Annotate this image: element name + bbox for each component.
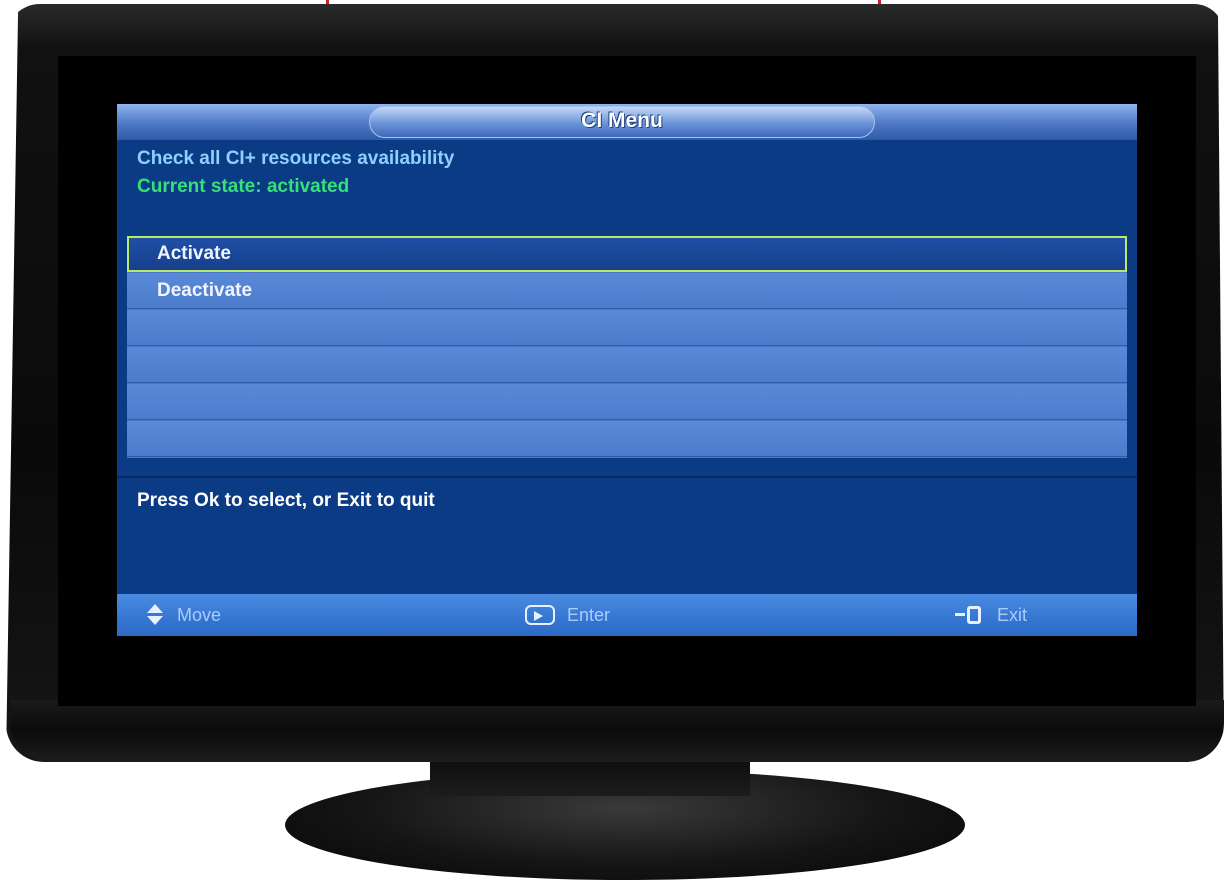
tv-lower-bezel xyxy=(10,700,1224,762)
footer-enter[interactable]: Enter xyxy=(525,594,610,636)
ci-menu-panel: CI Menu Check all CI+ resources availabi… xyxy=(117,104,1137,636)
tv-photo: CI Menu Check all CI+ resources availabi… xyxy=(0,0,1224,882)
menu-option-deactivate[interactable]: Deactivate xyxy=(127,273,1127,309)
description-text: Check all CI+ resources availability xyxy=(137,148,455,169)
footer-exit-label: Exit xyxy=(997,605,1028,625)
enter-icon xyxy=(525,605,555,625)
help-text: Press Ok to select, or Exit to quit xyxy=(137,490,435,511)
footer-exit[interactable]: Exit xyxy=(955,594,1027,636)
menu-title: CI Menu xyxy=(581,109,663,132)
footer-enter-label: Enter xyxy=(567,605,611,625)
menu-option-list: Activate Deactivate xyxy=(127,236,1127,458)
exit-door-icon xyxy=(955,604,985,626)
menu-option-empty xyxy=(127,421,1127,457)
menu-option-activate[interactable]: Activate xyxy=(127,236,1127,272)
menu-option-empty xyxy=(127,347,1127,383)
menu-option-empty xyxy=(127,310,1127,346)
menu-option-empty xyxy=(127,384,1127,420)
help-divider xyxy=(117,476,1137,478)
tv-stand-neck xyxy=(430,756,750,796)
up-down-arrows-icon xyxy=(145,604,165,626)
menu-footer-bar: Move Enter Exit xyxy=(117,594,1137,636)
footer-move-label: Move xyxy=(177,605,222,625)
footer-move[interactable]: Move xyxy=(145,594,221,636)
current-state-text: Current state: activated xyxy=(137,176,350,197)
